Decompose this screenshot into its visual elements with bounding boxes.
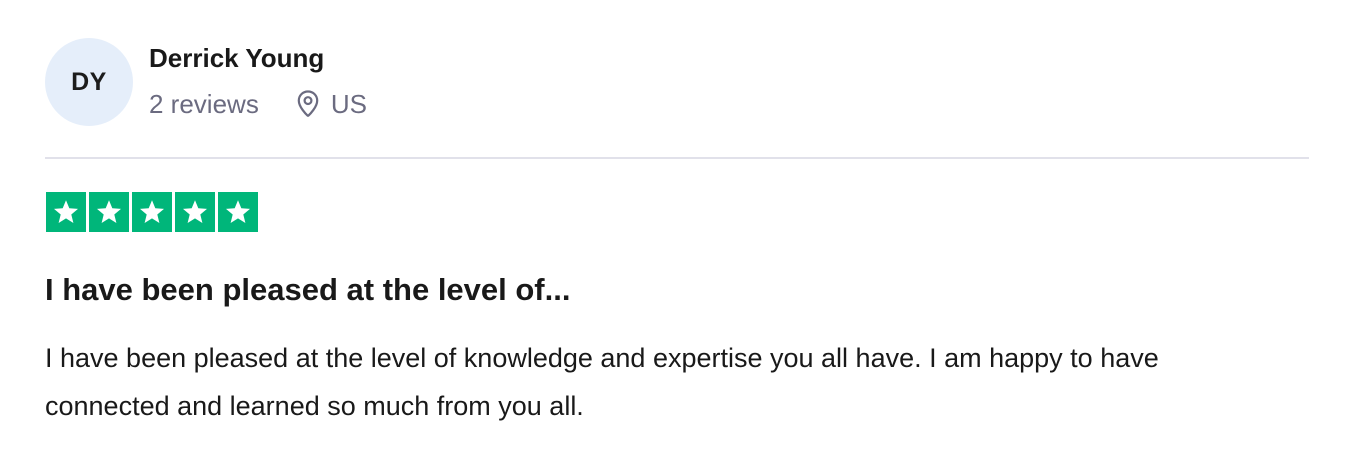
- review-count: 2 reviews: [149, 89, 259, 119]
- avatar[interactable]: DY: [45, 38, 133, 126]
- divider: [45, 157, 1309, 159]
- star-icon: [97, 200, 121, 223]
- map-pin-icon: [295, 89, 321, 119]
- avatar-initials: DY: [71, 67, 107, 96]
- review-title[interactable]: I have been pleased at the level of...: [45, 270, 570, 310]
- star-4: [175, 192, 215, 232]
- reviewer-info: Derrick Young 2 reviews US: [149, 38, 367, 120]
- star-icon: [183, 200, 207, 223]
- location-text: US: [330, 89, 367, 119]
- star-5: [218, 192, 258, 232]
- star-1: [46, 192, 86, 232]
- star-2: [89, 192, 129, 232]
- star-icon: [226, 200, 250, 223]
- star-icon: [54, 200, 78, 223]
- reviewer-header: DY Derrick Young 2 reviews US: [45, 38, 367, 126]
- star-3: [132, 192, 172, 232]
- review-body: I have been pleased at the level of know…: [45, 343, 1159, 421]
- reviewer-location: US: [295, 88, 367, 120]
- reviewer-name[interactable]: Derrick Young: [149, 42, 367, 74]
- reviewer-meta: 2 reviews US: [149, 88, 367, 120]
- review-card: DY Derrick Young 2 reviews US I have bee…: [0, 0, 1356, 454]
- star-icon: [140, 200, 164, 223]
- star-rating: [46, 192, 258, 232]
